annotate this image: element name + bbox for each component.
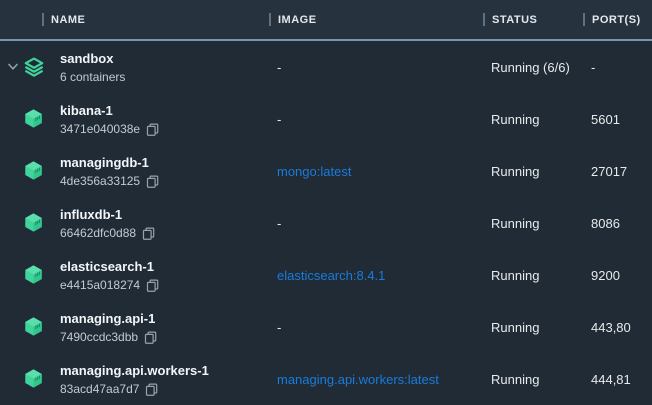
copy-icon[interactable] bbox=[142, 227, 155, 240]
table-body: sandbox 6 containers - Running (6/6) - bbox=[0, 41, 652, 405]
image-name: - bbox=[269, 320, 483, 335]
table-row[interactable]: sandbox 6 containers - Running (6/6) - bbox=[0, 41, 652, 93]
image-name[interactable]: elasticsearch:8.4.1 bbox=[269, 268, 483, 283]
column-header-ports-label: PORT(S) bbox=[592, 14, 641, 26]
container-id: 3471e040038e bbox=[60, 122, 140, 137]
copy-icon[interactable] bbox=[146, 123, 159, 136]
container-name: managing.api.workers-1 bbox=[60, 363, 209, 378]
copy-icon[interactable] bbox=[146, 175, 159, 188]
copy-icon[interactable] bbox=[145, 383, 158, 396]
name-text: managingdb-1 4de356a33125 bbox=[60, 154, 159, 189]
container-ports: 443,80 bbox=[583, 320, 652, 335]
container-id: 6 containers bbox=[60, 70, 125, 85]
column-divider bbox=[42, 13, 44, 26]
container-name: managing.api-1 bbox=[60, 311, 155, 326]
container-id: 66462dfc0d88 bbox=[60, 226, 136, 241]
container-status: Running bbox=[483, 268, 583, 283]
container-ports: 9200 bbox=[583, 268, 652, 283]
name-cell: managing.api-1 7490ccdc3dbb bbox=[0, 301, 269, 353]
container-status: Running bbox=[483, 164, 583, 179]
container-icon bbox=[23, 212, 45, 234]
table-row[interactable]: kibana-1 3471e040038e - Running 5601 bbox=[0, 93, 652, 145]
container-id: e4415a018274 bbox=[60, 278, 140, 293]
image-name[interactable]: managing.api.workers:latest bbox=[269, 372, 483, 387]
name-text: sandbox 6 containers bbox=[60, 50, 125, 85]
name-text: kibana-1 3471e040038e bbox=[60, 102, 159, 137]
container-icon bbox=[23, 264, 45, 286]
column-header-status-label: STATUS bbox=[492, 14, 537, 26]
container-status: Running bbox=[483, 372, 583, 387]
container-ports: - bbox=[583, 60, 652, 75]
container-status: Running bbox=[483, 216, 583, 231]
container-name: managingdb-1 bbox=[60, 155, 149, 170]
column-header-image[interactable]: IMAGE bbox=[269, 13, 483, 26]
copy-icon[interactable] bbox=[146, 279, 159, 292]
column-header-ports[interactable]: PORT(S) bbox=[583, 13, 652, 26]
container-id: 4de356a33125 bbox=[60, 174, 140, 189]
name-cell: sandbox 6 containers bbox=[0, 41, 269, 93]
image-name[interactable]: mongo:latest bbox=[269, 164, 483, 179]
container-icon bbox=[23, 368, 45, 390]
table-row[interactable]: influxdb-1 66462dfc0d88 - Running 8086 bbox=[0, 197, 652, 249]
container-name: influxdb-1 bbox=[60, 207, 122, 222]
name-text: elasticsearch-1 e4415a018274 bbox=[60, 258, 159, 293]
name-cell: kibana-1 3471e040038e bbox=[0, 93, 269, 145]
chevron-down-icon[interactable] bbox=[7, 63, 19, 71]
container-status: Running (6/6) bbox=[483, 60, 583, 75]
table-row[interactable]: managing.api.workers-1 83acd47aa7d7 mana… bbox=[0, 353, 652, 405]
container-name: kibana-1 bbox=[60, 103, 113, 118]
column-header-name-label: NAME bbox=[51, 14, 85, 26]
container-id: 7490ccdc3dbb bbox=[60, 330, 138, 345]
container-ports: 444,81 bbox=[583, 372, 652, 387]
table-header: NAME IMAGE STATUS PORT(S) bbox=[0, 0, 652, 41]
column-divider bbox=[269, 13, 271, 26]
column-divider bbox=[483, 13, 485, 26]
column-header-image-label: IMAGE bbox=[278, 14, 317, 26]
containers-table: NAME IMAGE STATUS PORT(S) bbox=[0, 0, 652, 405]
container-name: sandbox bbox=[60, 51, 113, 66]
image-name: - bbox=[269, 112, 483, 127]
copy-icon[interactable] bbox=[144, 331, 157, 344]
table-row[interactable]: managing.api-1 7490ccdc3dbb - Running 44… bbox=[0, 301, 652, 353]
container-icon bbox=[23, 316, 45, 338]
name-cell: influxdb-1 66462dfc0d88 bbox=[0, 197, 269, 249]
image-name: - bbox=[269, 216, 483, 231]
column-header-name[interactable]: NAME bbox=[0, 13, 269, 26]
column-header-status[interactable]: STATUS bbox=[483, 13, 583, 26]
name-text: influxdb-1 66462dfc0d88 bbox=[60, 206, 155, 241]
name-cell: managing.api.workers-1 83acd47aa7d7 bbox=[0, 353, 269, 405]
name-text: managing.api.workers-1 83acd47aa7d7 bbox=[60, 362, 209, 397]
name-text: managing.api-1 7490ccdc3dbb bbox=[60, 310, 157, 345]
table-row[interactable]: managingdb-1 4de356a33125 mongo:latest R… bbox=[0, 145, 652, 197]
container-icon bbox=[23, 108, 45, 130]
container-icon bbox=[23, 160, 45, 182]
container-name: elasticsearch-1 bbox=[60, 259, 154, 274]
container-status: Running bbox=[483, 112, 583, 127]
name-cell: elasticsearch-1 e4415a018274 bbox=[0, 249, 269, 301]
container-status: Running bbox=[483, 320, 583, 335]
image-name: - bbox=[269, 60, 483, 75]
container-ports: 27017 bbox=[583, 164, 652, 179]
container-ports: 5601 bbox=[583, 112, 652, 127]
name-cell: managingdb-1 4de356a33125 bbox=[0, 145, 269, 197]
column-divider bbox=[583, 13, 585, 26]
stack-icon bbox=[23, 56, 45, 78]
container-ports: 8086 bbox=[583, 216, 652, 231]
table-row[interactable]: elasticsearch-1 e4415a018274 elasticsear… bbox=[0, 249, 652, 301]
container-id: 83acd47aa7d7 bbox=[60, 382, 139, 397]
